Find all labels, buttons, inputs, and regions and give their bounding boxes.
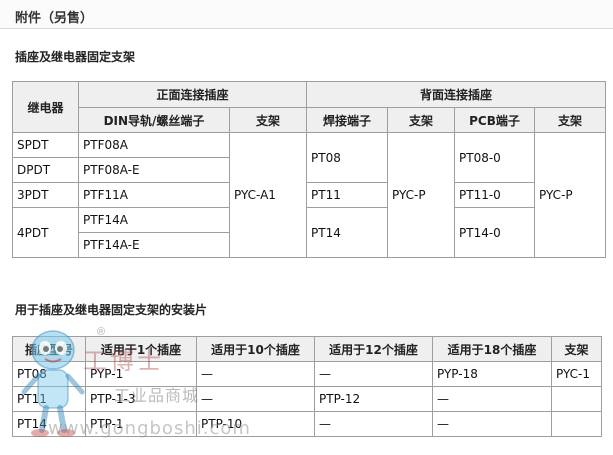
relay-cell: DPDT <box>12 157 79 183</box>
header-title: 附件（另售） <box>15 11 94 26</box>
page: 附件（另售） 插座及继电器固定支架 继电器 正面连接插座 背面连接插座 DIN导… <box>0 0 613 455</box>
plate-18-cell: — <box>432 386 552 412</box>
table-subheader-row: DIN导轨/螺丝端子 支架 焊接端子 支架 PCB端子 支架 <box>13 107 607 133</box>
header-bracket: 支架 <box>551 336 602 362</box>
relay-cell: SPDT <box>12 132 79 158</box>
back-bracket-solder-cell: PYC-P <box>387 132 456 258</box>
watermark-logo-text: 工博士 <box>83 347 164 375</box>
watermark-url: www.gongboshi.com <box>48 418 251 439</box>
din-socket-cell: PTF08A-E <box>78 157 230 183</box>
plate-12-cell: — <box>314 411 433 437</box>
solder-socket-cell: PT08 <box>306 132 389 183</box>
table-row: SPDT PTF08A PYC-A1 PT08 PYC-P PT08-0 PYC… <box>12 132 607 258</box>
plate-12-cell: PTP-12 <box>314 386 433 412</box>
header-for-12-sockets: 适用于12个插座 <box>314 336 433 362</box>
pcb-socket-cell: PT08-0 <box>454 132 536 183</box>
header-socket-model: 插座型号 <box>12 336 86 362</box>
header-bracket-front: 支架 <box>228 107 308 133</box>
bracket-cell <box>551 386 602 412</box>
table-row: 3PDT PTF11A PT11 PT11-0 <box>12 182 606 208</box>
solder-socket-cell: PT14 <box>306 207 389 258</box>
plate-10-cell: — <box>196 386 315 412</box>
table-row: 4PDT PTF14A PT14 PT14-0 <box>12 207 606 258</box>
table-row: PT11 PTP-1-3 — PTP-12 — <box>12 386 602 412</box>
bracket-cell <box>551 411 602 437</box>
relay-cell: 3PDT <box>12 182 79 208</box>
pcb-socket-cell: PT14-0 <box>454 207 536 258</box>
plate-18-cell: PYP-18 <box>432 361 552 387</box>
din-socket-cell: PTF14A-E <box>78 232 230 258</box>
front-bracket-cell: PYC-A1 <box>228 132 308 258</box>
section-title-mounting-plates: 用于插座及继电器固定支架的安装片 <box>15 303 208 317</box>
registered-mark: ® <box>97 326 106 338</box>
socket-model-cell: PT11 <box>12 386 86 412</box>
header-for-18-sockets: 适用于18个插座 <box>432 336 552 362</box>
plate-18-cell: — <box>432 411 552 437</box>
socket-bracket-table: 继电器 正面连接插座 背面连接插座 DIN导轨/螺丝端子 支架 焊接端子 支架 … <box>12 81 607 258</box>
header-din-screw: DIN导轨/螺丝端子 <box>78 107 230 133</box>
solder-socket-cell: PT11 <box>306 182 389 208</box>
table-header-row: 继电器 正面连接插座 背面连接插座 <box>12 81 607 133</box>
header-solder: 焊接端子 <box>306 107 389 133</box>
relay-cell: 4PDT <box>12 207 79 258</box>
din-socket-cell: PTF08A <box>78 132 230 158</box>
accessories-header: 附件（另售） <box>0 0 613 29</box>
din-socket-cell: PTF14A <box>78 207 230 233</box>
header-front-socket: 正面连接插座 <box>77 81 308 108</box>
header-relay: 继电器 <box>12 81 79 133</box>
plate-10-cell: — <box>196 361 315 387</box>
section-title-socket-bracket: 插座及继电器固定支架 <box>15 50 136 64</box>
header-for-10-sockets: 适用于10个插座 <box>196 336 315 362</box>
header-bracket-pcb: 支架 <box>534 107 607 133</box>
header-pcb: PCB端子 <box>454 107 536 133</box>
bracket-cell: PYC-1 <box>551 361 602 387</box>
din-socket-cell: PTF11A <box>78 182 230 208</box>
header-bracket-solder: 支架 <box>387 107 456 133</box>
plate-12-cell: — <box>314 361 433 387</box>
pcb-socket-cell: PT11-0 <box>454 182 536 208</box>
back-bracket-pcb-cell: PYC-P <box>534 132 607 258</box>
socket-model-cell: PT08 <box>12 361 86 387</box>
watermark-subtitle: 工业品商城 <box>114 386 200 405</box>
header-back-socket: 背面连接插座 <box>306 81 607 108</box>
